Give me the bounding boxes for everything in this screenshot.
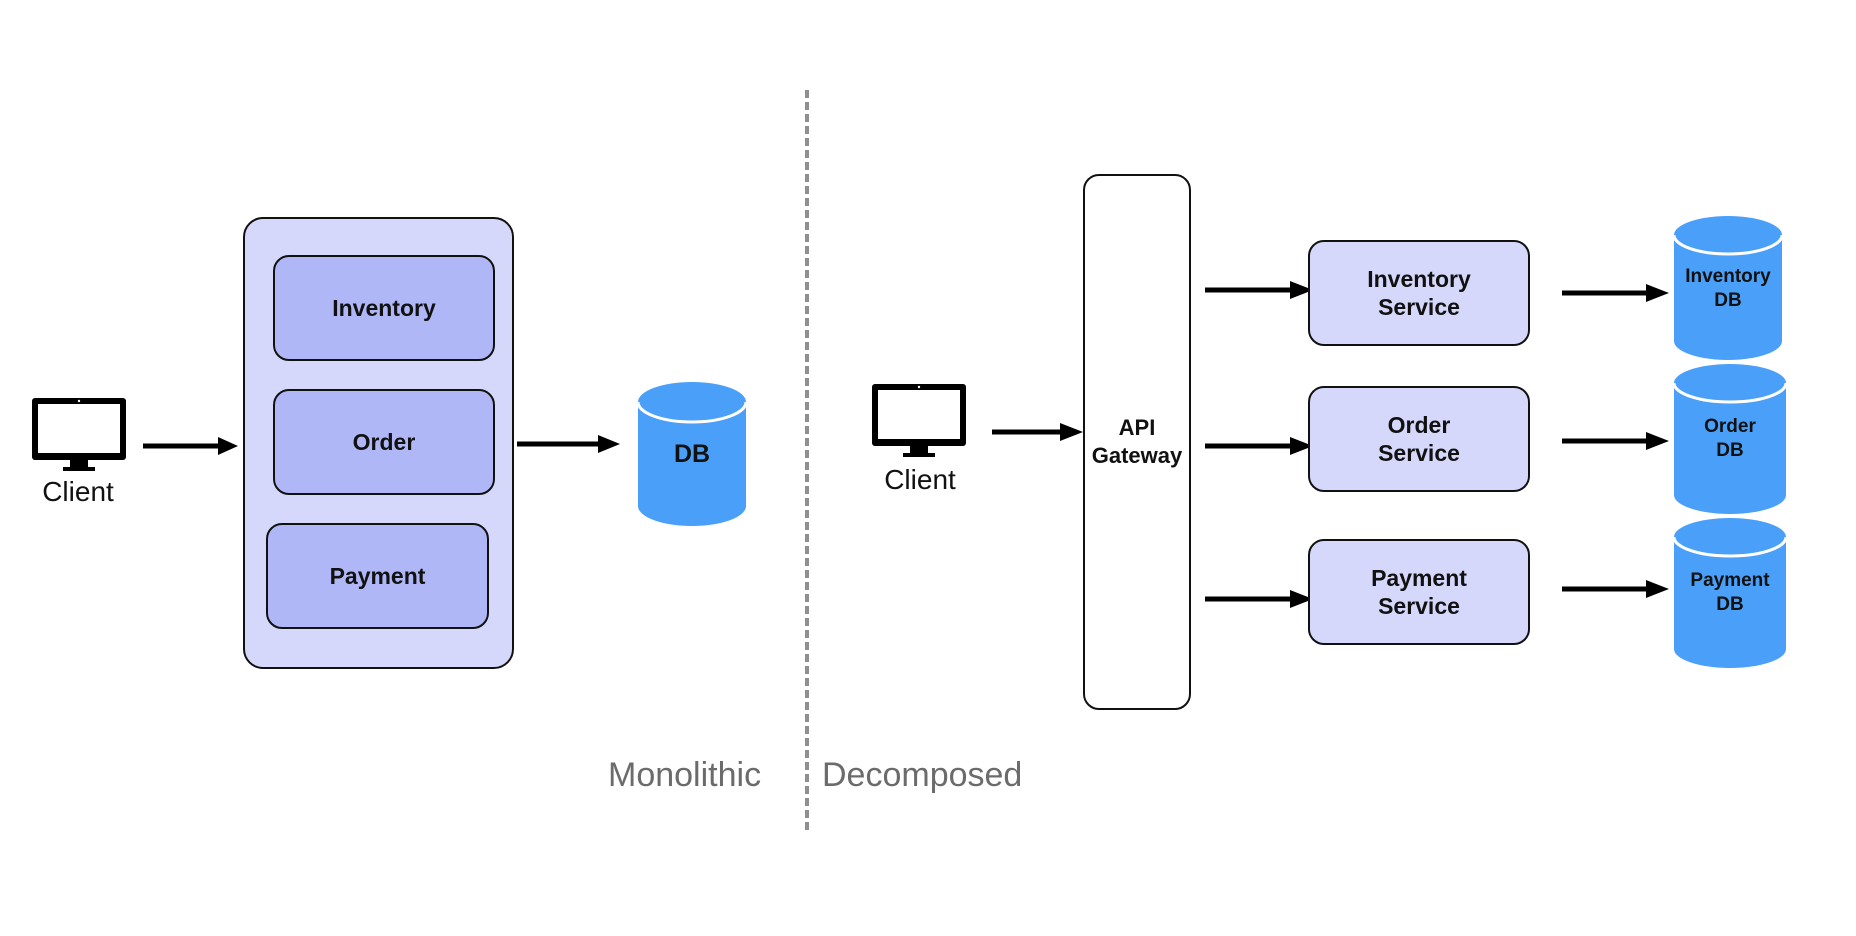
payment-db-name: Payment (1690, 570, 1770, 591)
api-gateway: API Gateway (1083, 174, 1191, 710)
payment-service-suffix: Service (1378, 593, 1460, 619)
monolithic-client-label: Client (42, 476, 114, 507)
monolithic-db-label: DB (673, 440, 711, 468)
module-inventory-label: Inventory (332, 295, 436, 321)
payment-db: Payment DB (1672, 517, 1788, 669)
order-service: Order Service (1308, 386, 1530, 492)
module-payment: Payment (266, 523, 489, 629)
section-label-monolithic: Monolithic (608, 756, 762, 794)
monolithic-db: DB (636, 380, 748, 528)
api-gateway-label-line1: API (1118, 415, 1156, 440)
module-order: Order (273, 389, 495, 495)
arrow-gateway-to-inventory-service (1205, 281, 1313, 299)
order-db-suffix: DB (1716, 440, 1744, 461)
order-service-name: Order (1387, 412, 1451, 438)
inventory-db: Inventory DB (1672, 215, 1784, 361)
module-order-label: Order (352, 429, 416, 455)
arrow-gateway-to-order-service (1205, 437, 1313, 455)
payment-db-suffix: DB (1716, 594, 1744, 615)
arrow-order-service-to-db (1562, 432, 1669, 450)
module-payment-label: Payment (329, 563, 426, 589)
monitor-icon (32, 398, 126, 471)
api-gateway-label-line2: Gateway (1091, 443, 1183, 468)
inventory-service-suffix: Service (1378, 294, 1460, 320)
order-db: Order DB (1672, 363, 1788, 515)
arrow-client-to-monolith (143, 437, 238, 455)
payment-service-name: Payment (1371, 565, 1467, 591)
arrow-client-to-gateway (992, 423, 1083, 441)
order-db-label: Order DB (1672, 415, 1788, 463)
inventory-db-suffix: DB (1714, 290, 1742, 311)
order-db-name: Order (1704, 416, 1756, 437)
monolithic-client (30, 396, 130, 476)
arrow-gateway-to-payment-service (1205, 590, 1313, 608)
inventory-db-label: Inventory DB (1672, 265, 1784, 313)
decomposed-client (870, 382, 970, 462)
payment-db-label: Payment DB (1672, 569, 1788, 617)
arrow-payment-service-to-db (1562, 580, 1669, 598)
decomposed-client-label: Client (884, 464, 956, 495)
order-service-suffix: Service (1378, 440, 1460, 466)
inventory-db-name: Inventory (1685, 266, 1771, 287)
arrow-monolith-to-db (517, 435, 620, 453)
module-inventory: Inventory (273, 255, 495, 361)
inventory-service: Inventory Service (1308, 240, 1530, 346)
inventory-service-name: Inventory (1367, 266, 1471, 292)
monitor-icon (872, 384, 966, 457)
payment-service: Payment Service (1308, 539, 1530, 645)
section-label-decomposed: Decomposed (822, 756, 1023, 794)
arrow-inventory-service-to-db (1562, 284, 1669, 302)
